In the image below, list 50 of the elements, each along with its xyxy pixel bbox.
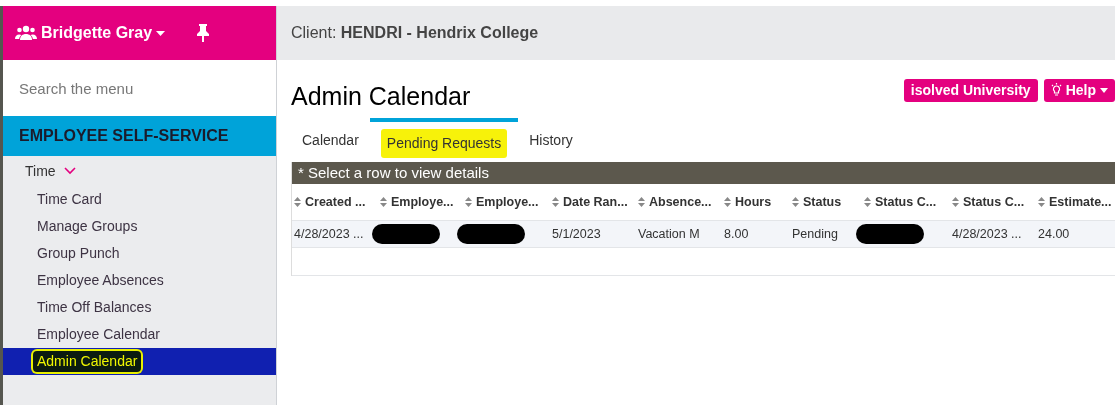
sort-icon xyxy=(380,197,387,207)
caret-icon xyxy=(156,30,166,36)
page-title: Admin Calendar xyxy=(291,81,471,112)
header-button[interactable]: Help xyxy=(1043,79,1115,102)
sort-icon xyxy=(638,197,645,207)
column-header[interactable]: Status C... xyxy=(862,192,950,212)
sort-icon xyxy=(952,197,959,207)
column-header[interactable]: Status xyxy=(790,192,862,212)
tab[interactable]: History xyxy=(518,118,584,158)
menu-item[interactable]: Manage Groups xyxy=(3,213,276,240)
sort-icon xyxy=(465,197,472,207)
tab[interactable]: Calendar xyxy=(291,118,370,158)
pin-icon[interactable] xyxy=(197,24,210,42)
lightbulb-icon xyxy=(1050,83,1062,98)
table-caption: * Select a row to view details xyxy=(292,162,1115,184)
sort-icon xyxy=(294,197,301,207)
menu-item[interactable]: Group Punch xyxy=(3,240,276,267)
column-header[interactable]: Employe... xyxy=(463,192,550,212)
table-cell-text: 5/1/2023 xyxy=(552,225,601,243)
table-cell-text: 24.00 xyxy=(1038,225,1070,243)
table-cell-text: 4/28/2023 ... xyxy=(952,225,1022,243)
sort-icon xyxy=(792,197,799,207)
section-header: EMPLOYEE SELF-SERVICE xyxy=(3,116,276,156)
chevron-icon xyxy=(63,167,76,175)
column-header[interactable]: Absence... xyxy=(636,192,722,212)
table-cell-text: Pending xyxy=(792,225,838,243)
search-field[interactable]: Search the menu xyxy=(3,60,276,116)
client-label: Client: HENDRI - Hendrix College xyxy=(291,23,539,43)
sort-icon xyxy=(1038,197,1045,207)
users-icon xyxy=(15,25,37,41)
sort-icon xyxy=(552,197,559,207)
header-button[interactable]: isolved University xyxy=(903,79,1038,102)
table-cell-text: Vacation M xyxy=(638,225,700,243)
menu-item[interactable]: Employee Calendar xyxy=(3,321,276,348)
menu-item[interactable]: Employee Absences xyxy=(3,267,276,294)
column-header[interactable]: Estimate... xyxy=(1036,192,1115,212)
menu-item[interactable]: Time Off Balances xyxy=(3,294,276,321)
table-cell-text: 8.00 xyxy=(724,225,749,243)
caret-icon xyxy=(1100,88,1108,93)
column-header[interactable]: Hours xyxy=(722,192,790,212)
column-header[interactable]: Employe... xyxy=(378,192,463,212)
menu-item[interactable]: Admin Calendar xyxy=(3,348,276,375)
column-header[interactable]: Status C... xyxy=(950,192,1036,212)
column-header[interactable]: Date Ran... xyxy=(550,192,636,212)
table-cell-text: 4/28/2023 ... xyxy=(294,225,364,243)
menu-group[interactable]: Time xyxy=(3,160,276,182)
column-header[interactable]: Created ... xyxy=(292,192,378,212)
menu-item[interactable]: Time Card xyxy=(3,186,276,213)
sort-icon xyxy=(724,197,731,207)
sort-icon xyxy=(864,197,871,207)
